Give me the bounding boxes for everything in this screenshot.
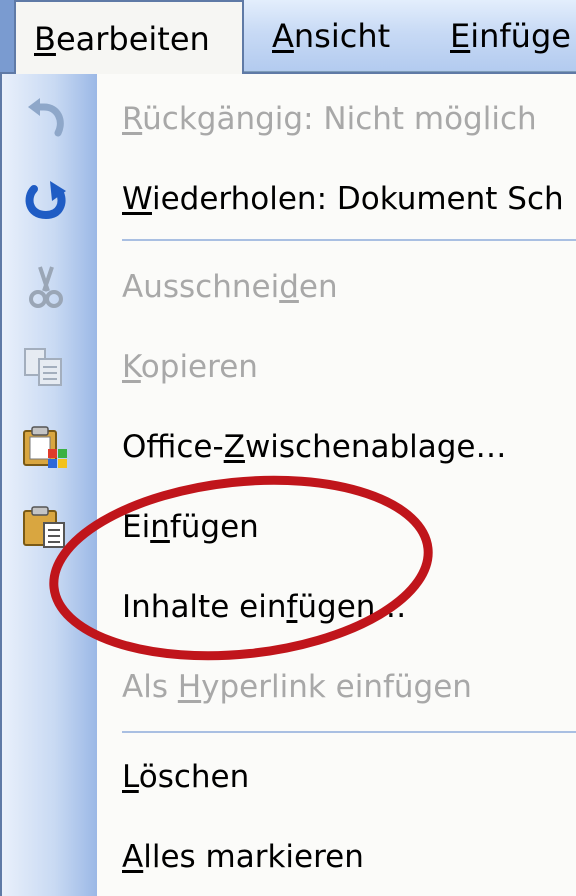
menu-item-wiederholen[interactable]: Wiederholen: Dokument Sch [2, 160, 576, 238]
label-text: opieren [140, 349, 258, 385]
office-clipboard-icon [22, 425, 70, 469]
menu-ansicht[interactable]: Ansicht [272, 0, 390, 72]
menu-separator [122, 239, 576, 241]
label-mnemonic: H [177, 669, 202, 705]
menu-item-office-zwischenablage[interactable]: Office-Zwischenablage… [2, 408, 576, 486]
label-text: fügen [169, 509, 259, 545]
label-text: Ei [122, 509, 151, 545]
label-mnemonic: W [122, 181, 152, 217]
menu-einfuegen-mnemonic: E [450, 17, 471, 55]
label-mnemonic: Z [223, 429, 245, 465]
menu-bearbeiten[interactable]: Bearbeiten [14, 0, 244, 74]
label-text: ückgängig: Nicht möglich [142, 101, 537, 137]
label-mnemonic: R [122, 101, 143, 137]
menu-item-label: Inhalte einfügen… [122, 568, 406, 646]
menu-bearbeiten-label: earbeiten [55, 20, 210, 58]
menu-item-rueckgaengig[interactable]: Rückgängig: Nicht möglich [2, 80, 576, 158]
menu-einfuegen-label: infüge [470, 17, 571, 55]
label-text: Office- [122, 429, 224, 465]
label-text: Inhalte ein [122, 589, 287, 625]
label-text: iederholen: Dokument Sch [151, 181, 564, 217]
menu-bar: Bearbeiten Ansicht Einfüge [0, 0, 576, 74]
menu-item-label: Kopieren [122, 328, 258, 406]
menu-item-einfuegen[interactable]: Einfügen [2, 488, 576, 566]
menu-item-label: Ausschneiden [122, 248, 338, 326]
menu-einfuegen[interactable]: Einfüge [450, 0, 571, 72]
menu-item-label: Einfügen [122, 488, 259, 566]
menu-item-kopieren[interactable]: Kopieren [2, 328, 576, 406]
label-text: yperlink einfügen [201, 669, 472, 705]
label-mnemonic: f [286, 589, 298, 625]
label-mnemonic: n [150, 509, 170, 545]
label-mnemonic: A [122, 839, 144, 875]
redo-icon [22, 177, 70, 221]
menu-item-als-hyperlink-einfuegen[interactable]: Als Hyperlink einfügen [2, 648, 576, 726]
menu-item-label: Office-Zwischenablage… [122, 408, 507, 486]
menu-bearbeiten-mnemonic: B [34, 20, 56, 58]
label-text: lles markieren [143, 839, 364, 875]
menu-item-alles-markieren[interactable]: Alles markieren [2, 818, 576, 896]
menu-item-loeschen[interactable]: Löschen [2, 738, 576, 816]
menu-separator [122, 731, 576, 733]
copy-icon [22, 345, 70, 389]
label-mnemonic: d [279, 269, 299, 305]
paste-icon [22, 505, 70, 549]
scissors-icon [22, 265, 70, 309]
menu-item-label: Löschen [122, 738, 249, 816]
label-text: Als [122, 669, 178, 705]
menubar-left-strip [0, 0, 14, 72]
label-mnemonic: L [122, 759, 139, 795]
undo-icon [22, 97, 70, 141]
menu-item-label: Als Hyperlink einfügen [122, 648, 472, 726]
label-text: wischenablage… [244, 429, 507, 465]
label-text: öschen [138, 759, 250, 795]
menu-item-ausschneiden[interactable]: Ausschneiden [2, 248, 576, 326]
menu-item-label: Rückgängig: Nicht möglich [122, 80, 537, 158]
menu-ansicht-mnemonic: A [272, 17, 294, 55]
label-mnemonic: K [122, 349, 141, 385]
label-text: Ausschnei [122, 269, 280, 305]
label-text: ügen… [297, 589, 407, 625]
bearbeiten-dropdown: Rückgängig: Nicht möglich Wiederholen: D… [0, 72, 576, 896]
menu-ansicht-label: nsicht [293, 17, 391, 55]
menu-item-label: Alles markieren [122, 818, 364, 896]
label-text: en [298, 269, 338, 305]
menu-item-label: Wiederholen: Dokument Sch [122, 160, 564, 238]
menu-item-inhalte-einfuegen[interactable]: Inhalte einfügen… [2, 568, 576, 646]
